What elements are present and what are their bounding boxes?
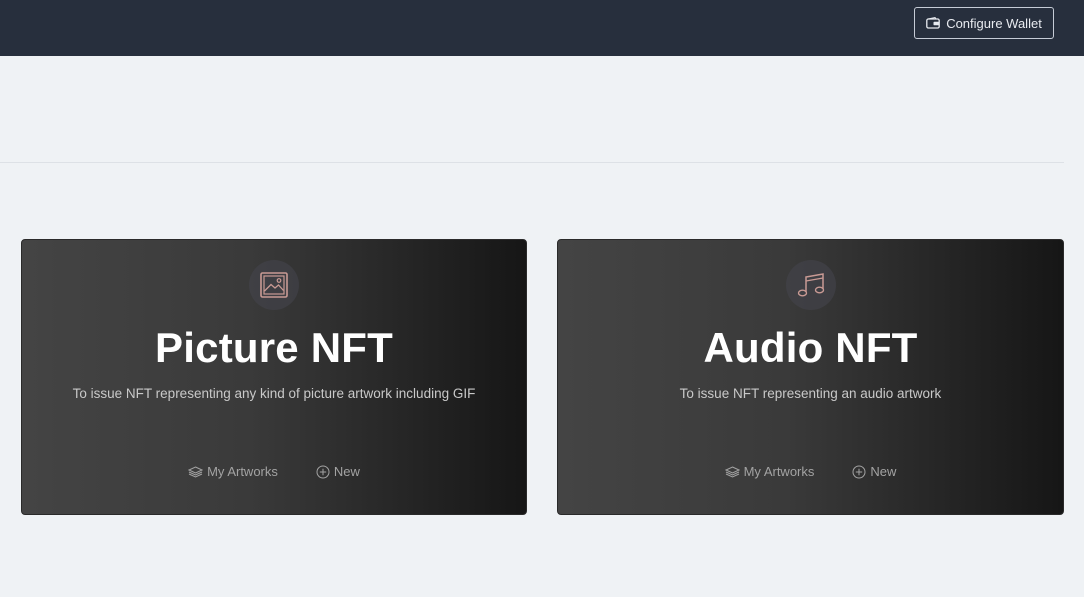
- wallet-icon: [926, 17, 941, 29]
- section-divider: [0, 162, 1064, 163]
- layers-icon: [724, 465, 740, 478]
- new-artwork-link[interactable]: New: [852, 464, 896, 479]
- my-artworks-label: My Artworks: [207, 464, 278, 479]
- music-note-icon: [785, 260, 836, 310]
- my-artworks-label: My Artworks: [743, 464, 815, 479]
- new-artwork-link[interactable]: New: [316, 464, 360, 479]
- top-navbar: Configure Wallet: [0, 0, 1084, 56]
- configure-wallet-label: Configure Wallet: [946, 15, 1042, 31]
- picture-icon: [249, 260, 299, 310]
- configure-wallet-button[interactable]: Configure Wallet: [914, 7, 1054, 39]
- my-artworks-link[interactable]: My Artworks: [724, 464, 815, 479]
- picture-nft-card: Picture NFT To issue NFT representing an…: [21, 239, 527, 515]
- card-description: To issue NFT representing any kind of pi…: [72, 386, 476, 401]
- new-label: New: [870, 464, 897, 479]
- plus-circle-icon: [852, 465, 866, 479]
- card-title: Picture NFT: [155, 324, 393, 371]
- new-label: New: [333, 464, 360, 479]
- plus-circle-icon: [316, 465, 330, 479]
- card-title: Audio NFT: [703, 324, 918, 371]
- my-artworks-link[interactable]: My Artworks: [188, 464, 278, 479]
- layers-icon: [188, 465, 204, 478]
- card-description: To issue NFT representing an audio artwo…: [679, 386, 942, 401]
- card-actions: My Artworks New: [558, 464, 1063, 479]
- audio-nft-card: Audio NFT To issue NFT representing an a…: [557, 239, 1064, 515]
- card-actions: My Artworks New: [22, 464, 526, 479]
